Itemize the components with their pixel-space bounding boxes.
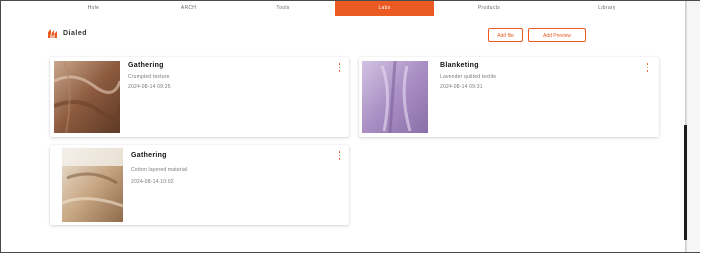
tab-library[interactable]: Library [544,1,670,16]
file-title: Gathering [128,62,164,69]
file-title: Gathering [131,152,167,159]
add-preview-button[interactable]: Add Preview [528,28,586,42]
tab-products[interactable]: Products [434,1,544,16]
file-date: 2024-08-14 09:31 [440,84,483,90]
file-description: Cotton layered material [131,167,188,173]
scrollbar-thumb[interactable] [684,125,687,240]
more-options-icon[interactable] [338,151,341,160]
more-options-icon[interactable] [646,63,649,72]
brand: Dialed [47,26,87,40]
tab-hole[interactable]: Hole [41,1,146,16]
side-rail [686,1,700,252]
file-date: 2024-08-14 10:02 [131,179,174,185]
file-title: Blanketing [440,62,479,69]
file-thumbnail [362,61,428,133]
file-thumbnail [62,148,123,222]
add-file-button[interactable]: Add file [488,28,523,42]
file-thumbnail [54,61,120,133]
file-card[interactable]: Gathering Cotton layered material 2024-0… [50,145,349,225]
file-card[interactable]: Gathering Crumpled texture 2024-08-14 09… [50,57,349,137]
file-card[interactable]: Blanketing Lavender quilted textile 2024… [359,57,659,137]
file-description: Crumpled texture [128,74,170,80]
page-title: Dialed [63,29,88,37]
file-date: 2024-08-14 09:25 [128,84,171,90]
file-description: Lavender quilted textile [440,74,497,80]
more-options-icon[interactable] [338,63,341,72]
flame-logo-icon [48,28,57,38]
tab-arch[interactable]: ARCH [146,1,231,16]
tab-labs[interactable]: Labs [335,1,434,16]
top-tab-bar: Hole ARCH Tools Labs Products Library [1,1,685,16]
tab-tools[interactable]: Tools [231,1,335,16]
